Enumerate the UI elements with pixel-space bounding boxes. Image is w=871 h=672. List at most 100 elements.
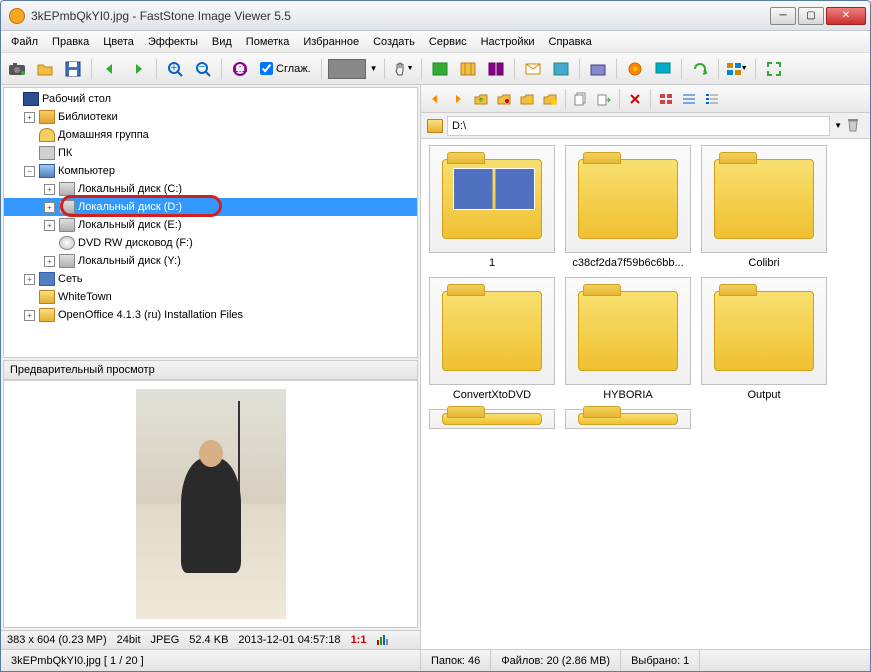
menu-view[interactable]: Вид — [206, 34, 238, 50]
acquire-button[interactable] — [5, 57, 29, 81]
tree-dvd[interactable]: DVD RW дисковод (F:) — [4, 234, 417, 252]
menu-help[interactable]: Справка — [543, 34, 598, 50]
wallpaper-button[interactable] — [549, 57, 573, 81]
save-button[interactable] — [61, 57, 85, 81]
forward-button[interactable] — [126, 57, 150, 81]
menu-file[interactable]: Файл — [5, 34, 44, 50]
view-list-button[interactable] — [679, 89, 699, 109]
actual-size-button[interactable]: 1:1 — [228, 57, 252, 81]
info-date: 2013-12-01 04:57:18 — [238, 634, 340, 646]
tree-whitetown[interactable]: WhiteTown — [4, 288, 417, 306]
info-format: JPEG — [151, 634, 180, 646]
open-folder-button[interactable] — [33, 57, 57, 81]
hand-tool-button[interactable]: ▼ — [391, 57, 415, 81]
preview-header: Предварительный просмотр — [3, 360, 418, 380]
menu-colors[interactable]: Цвета — [97, 34, 140, 50]
menu-favorites[interactable]: Избранное — [297, 34, 365, 50]
svg-text:−: − — [199, 61, 205, 73]
favorite-button[interactable] — [517, 89, 537, 109]
trash-icon[interactable] — [846, 117, 864, 135]
browser-toolbar — [421, 85, 870, 113]
scan-button[interactable] — [586, 57, 610, 81]
folder-thumb[interactable]: Output — [699, 277, 829, 403]
zoom-in-button[interactable]: + — [163, 57, 187, 81]
menu-effects[interactable]: Эффекты — [142, 34, 204, 50]
path-bar: ▼ — [421, 113, 870, 139]
folder-thumb[interactable]: HYBORIA — [563, 277, 693, 403]
strip-button[interactable] — [456, 57, 480, 81]
tree-openoffice[interactable]: +OpenOffice 4.1.3 (ru) Installation File… — [4, 306, 417, 324]
view-details-button[interactable] — [702, 89, 722, 109]
zoom-out-button[interactable]: − — [191, 57, 215, 81]
menu-edit[interactable]: Правка — [46, 34, 95, 50]
app-window: 3kEPmbQkYI0.jpg - FastStone Image Viewer… — [0, 0, 871, 672]
view-mode-button[interactable]: ▼ — [725, 57, 749, 81]
close-button[interactable]: ✕ — [826, 7, 866, 25]
menu-mark[interactable]: Пометка — [240, 34, 296, 50]
email-button[interactable] — [521, 57, 545, 81]
menu-settings[interactable]: Настройки — [475, 34, 541, 50]
menubar: Файл Правка Цвета Эффекты Вид Пометка Из… — [1, 31, 870, 53]
status-selected: Выбрано: 1 — [621, 650, 700, 671]
status-bar: 3kEPmbQkYI0.jpg [ 1 / 20 ] Папок: 46 Фай… — [1, 649, 870, 671]
copy-button[interactable] — [571, 89, 591, 109]
screen-button[interactable] — [651, 57, 675, 81]
menu-create[interactable]: Создать — [367, 34, 421, 50]
tree-disk-e[interactable]: +Локальный диск (E:) — [4, 216, 417, 234]
folder-thumb[interactable]: 1 — [427, 145, 557, 271]
nav-up-button[interactable] — [471, 89, 491, 109]
status-filename: 3kEPmbQkYI0.jpg [ 1 / 20 ] — [1, 650, 421, 671]
tree-network[interactable]: +Сеть — [4, 270, 417, 288]
move-button[interactable] — [594, 89, 614, 109]
status-files: Файлов: 20 (2.86 MB) — [491, 650, 621, 671]
smooth-toggle[interactable]: Сглаж. — [260, 62, 311, 75]
nav-forward-button[interactable] — [448, 89, 468, 109]
delete-button[interactable] — [625, 89, 645, 109]
smooth-label: Сглаж. — [276, 63, 311, 75]
info-ratio: 1:1 — [351, 634, 367, 646]
view-thumbs-button[interactable] — [656, 89, 676, 109]
tree-desktop[interactable]: Рабочий стол — [4, 90, 417, 108]
fullscreen-button[interactable] — [762, 57, 786, 81]
info-size: 52.4 KB — [189, 634, 228, 646]
refresh-button[interactable] — [688, 57, 712, 81]
new-folder-button[interactable] — [540, 89, 560, 109]
folder-thumb[interactable] — [563, 409, 693, 433]
compare-button[interactable] — [484, 57, 508, 81]
info-dimensions: 383 x 604 (0.23 MP) — [7, 634, 107, 646]
slideshow-button[interactable] — [428, 57, 452, 81]
tree-computer[interactable]: −Компьютер — [4, 162, 417, 180]
tree-homegroup[interactable]: Домашняя группа — [4, 126, 417, 144]
menu-service[interactable]: Сервис — [423, 34, 473, 50]
nav-home-button[interactable] — [494, 89, 514, 109]
thumbnail-grid[interactable]: 1 c38cf2da7f59b6c6bb... Colibri ConvertX… — [421, 139, 870, 649]
background-color-picker[interactable] — [328, 59, 366, 79]
tree-pc[interactable]: ПК — [4, 144, 417, 162]
tree-disk-c[interactable]: +Локальный диск (C:) — [4, 180, 417, 198]
maximize-button[interactable]: ▢ — [798, 7, 824, 25]
minimize-button[interactable]: ─ — [770, 7, 796, 25]
tree-disk-d[interactable]: +Локальный диск (D:) — [4, 198, 417, 216]
window-title: 3kEPmbQkYI0.jpg - FastStone Image Viewer… — [31, 9, 770, 23]
tree-disk-y[interactable]: +Локальный диск (Y:) — [4, 252, 417, 270]
tree-libraries[interactable]: +Библиотеки — [4, 108, 417, 126]
svg-text:+: + — [171, 62, 177, 74]
app-icon — [9, 8, 25, 24]
smooth-checkbox[interactable] — [260, 62, 273, 75]
folder-thumb[interactable] — [427, 409, 557, 433]
preview-image[interactable] — [136, 389, 286, 619]
folder-thumb[interactable]: c38cf2da7f59b6c6bb... — [563, 145, 693, 271]
folder-thumb[interactable]: Colibri — [699, 145, 829, 271]
svg-text:1:1: 1:1 — [232, 63, 247, 75]
path-input[interactable] — [447, 116, 830, 136]
content-area: Рабочий стол +Библиотеки Домашняя группа… — [1, 85, 870, 649]
left-panel: Рабочий стол +Библиотеки Домашняя группа… — [1, 85, 421, 649]
info-depth: 24bit — [117, 634, 141, 646]
image-info-bar: 383 x 604 (0.23 MP) 24bit JPEG 52.4 KB 2… — [1, 630, 420, 649]
back-button[interactable] — [98, 57, 122, 81]
folder-thumb[interactable]: ConvertXtoDVD — [427, 277, 557, 403]
nav-back-button[interactable] — [425, 89, 445, 109]
settings-button[interactable] — [623, 57, 647, 81]
histogram-icon[interactable] — [376, 634, 390, 646]
folder-tree[interactable]: Рабочий стол +Библиотеки Домашняя группа… — [3, 87, 418, 358]
